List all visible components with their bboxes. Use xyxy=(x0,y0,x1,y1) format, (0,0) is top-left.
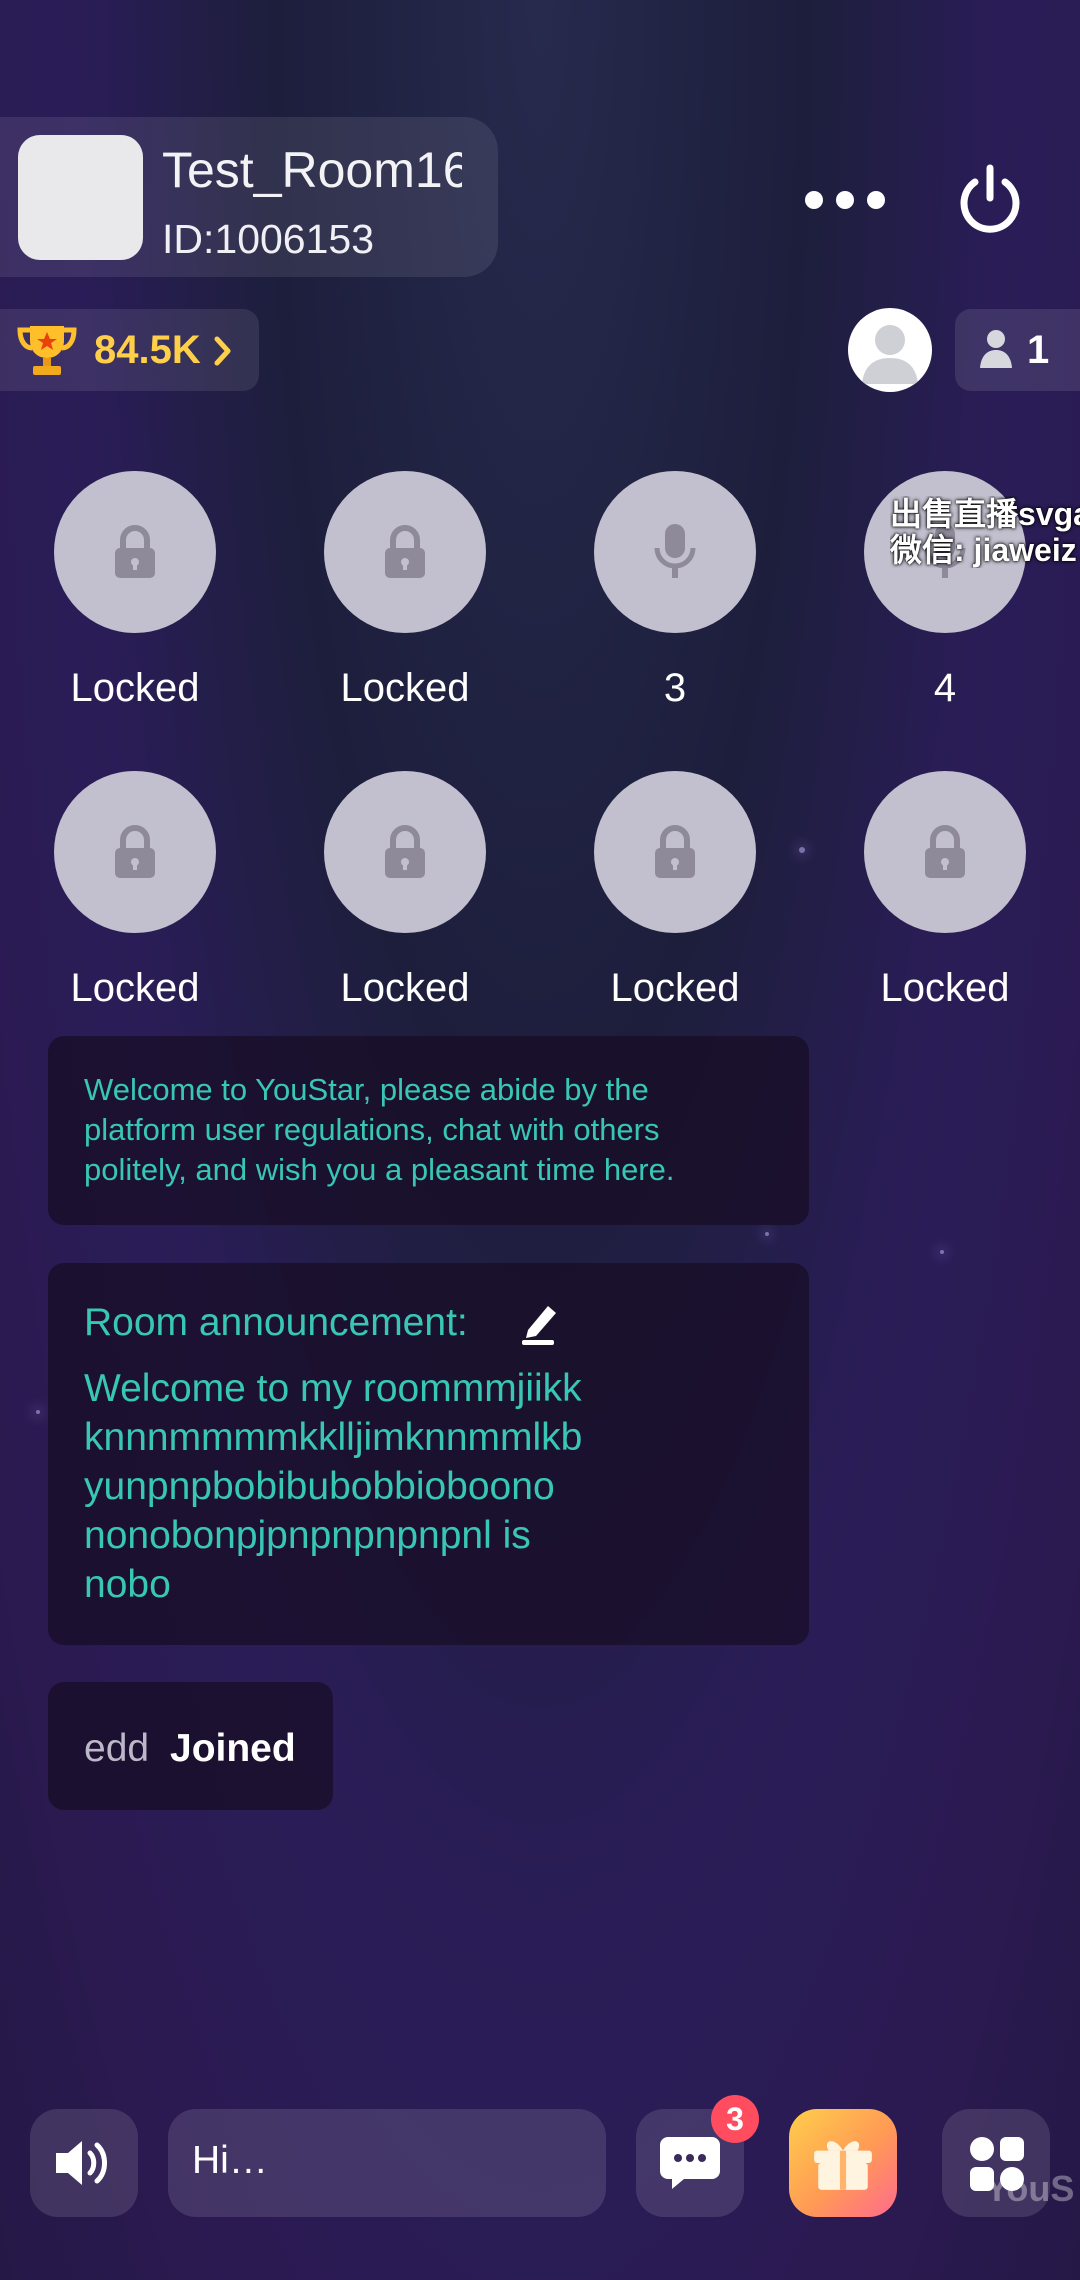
speaker-toggle-button[interactable] xyxy=(30,2109,138,2217)
person-icon xyxy=(980,330,1012,368)
seat-2-label: Locked xyxy=(340,666,470,710)
joined-user-name[interactable]: edd xyxy=(84,1726,149,1772)
message-bubble-icon xyxy=(660,2137,720,2189)
seat-2[interactable] xyxy=(324,471,486,633)
room-name: Test_Room16 xyxy=(162,142,462,198)
announcement-title: Room announcement: xyxy=(84,1301,468,1344)
room-avatar[interactable] xyxy=(18,135,143,260)
default-avatar-icon xyxy=(862,325,918,384)
seat-4-label: 4 xyxy=(933,666,957,710)
seat-1-label: Locked xyxy=(70,666,200,710)
lock-icon xyxy=(115,825,155,878)
gift-icon xyxy=(814,2141,872,2190)
contribution-value: 84.5K xyxy=(94,328,201,372)
seat-8[interactable] xyxy=(864,771,1026,933)
lock-icon xyxy=(655,825,695,878)
mic-icon xyxy=(654,524,696,578)
edit-icon[interactable] xyxy=(518,1298,562,1346)
speaker-icon xyxy=(56,2141,107,2185)
lock-icon xyxy=(385,825,425,878)
seat-7-label: Locked xyxy=(610,966,740,1010)
seat-1[interactable] xyxy=(54,471,216,633)
seat-3-label: 3 xyxy=(663,666,687,710)
online-count: 1 xyxy=(1027,328,1050,372)
exit-room-button[interactable] xyxy=(950,160,1030,240)
chevron-right-icon xyxy=(214,336,231,366)
gift-button[interactable] xyxy=(789,2109,897,2217)
lock-icon xyxy=(925,825,965,878)
seat-3[interactable] xyxy=(594,471,756,633)
joined-label: Joined xyxy=(170,1727,296,1770)
seat-5-label: Locked xyxy=(70,966,200,1010)
welcome-text: Welcome to YouStar, please abide by the … xyxy=(84,1072,675,1187)
room-id: ID:1006153 xyxy=(162,216,375,262)
brand-watermark: YouS xyxy=(985,2168,1075,2209)
seat-7[interactable] xyxy=(594,771,756,933)
power-icon xyxy=(960,164,1020,233)
watermark-overlay: 出售直播svga 微信: jiaweiz xyxy=(890,496,1080,568)
lock-icon xyxy=(115,525,155,578)
lock-icon xyxy=(385,525,425,578)
trophy-icon xyxy=(17,326,77,375)
chat-input-placeholder[interactable]: Hi… xyxy=(192,2138,268,2184)
seat-8-label: Locked xyxy=(880,966,1010,1010)
more-horizontal-icon xyxy=(805,191,823,209)
online-count-button[interactable] xyxy=(955,309,1080,391)
seat-6-label: Locked xyxy=(340,966,470,1010)
online-user-avatar[interactable] xyxy=(848,308,932,392)
announcement-body: Welcome to my roommmjiikk knnnmmmmkkllji… xyxy=(84,1367,583,1606)
seat-6[interactable] xyxy=(324,771,486,933)
more-options-button[interactable] xyxy=(805,170,885,230)
unread-badge: 3 xyxy=(711,2095,759,2143)
seat-5[interactable] xyxy=(54,771,216,933)
